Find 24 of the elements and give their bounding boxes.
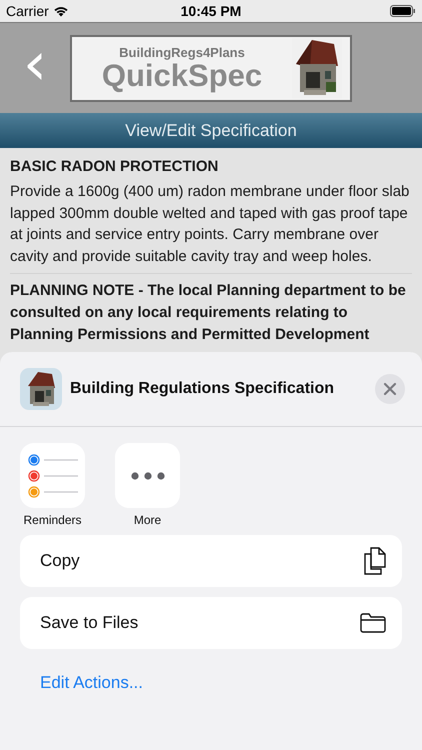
app-label: More xyxy=(134,513,162,527)
copy-icon xyxy=(364,547,386,575)
battery-icon xyxy=(390,5,416,17)
page-title: View/Edit Specification xyxy=(125,120,297,140)
section-body: Provide a 1600g (400 um) radon membrane under floor slab lapped 300mm double welted and taped with gas proof tape at joints and service entry points. Carry membrane over cavity and provide suitable cavity tray and weep holes. xyxy=(10,182,410,266)
more-icon xyxy=(130,472,164,480)
close-icon xyxy=(383,382,397,396)
close-button[interactable] xyxy=(375,374,405,404)
share-title: Building Regulations Specification xyxy=(70,380,334,398)
share-action-button[interactable]: Save to Files xyxy=(20,597,402,649)
section-heading: BASIC RADON PROTECTION xyxy=(10,157,220,177)
section-heading: PLANNING NOTE - The local Planning department to be consulted on any local requirements relating to Planning Permissions and Permitted Development xyxy=(10,281,407,345)
wifi-icon xyxy=(52,5,69,17)
app-label: Reminders xyxy=(23,513,82,527)
status-time: 10:45 PM xyxy=(180,3,242,19)
carrier-label: Carrier xyxy=(6,3,49,19)
share-app-button[interactable] xyxy=(115,443,180,508)
list-icon xyxy=(28,454,78,498)
edit-actions-link[interactable]: Edit Actions... xyxy=(40,673,143,693)
logo-name: QuickSpec xyxy=(102,60,262,91)
share-app-button[interactable] xyxy=(20,443,85,508)
folder-icon xyxy=(360,613,386,633)
share-action-button[interactable]: Copy xyxy=(20,535,402,587)
logo-tagline: BuildingRegs4Plans xyxy=(119,45,245,60)
